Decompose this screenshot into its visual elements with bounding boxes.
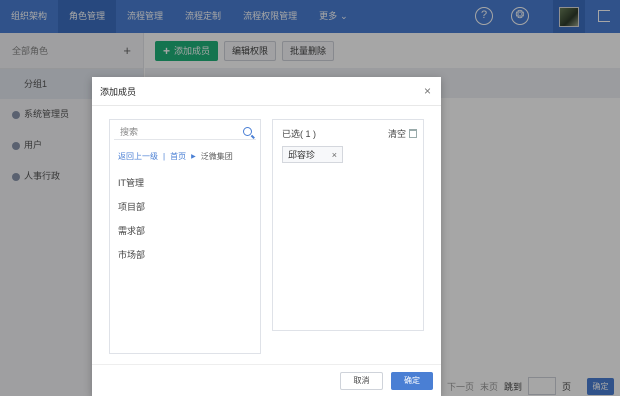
- selected-member-name: 邱容珍: [288, 150, 316, 160]
- dialog-header: 添加成员 ×: [92, 77, 441, 106]
- selected-member-tag: 邱容珍 ×: [282, 146, 343, 163]
- breadcrumb-separator: |: [163, 152, 166, 161]
- confirm-button[interactable]: 确定: [391, 372, 433, 390]
- cancel-button[interactable]: 取消: [340, 372, 383, 390]
- breadcrumb-home-link[interactable]: 首页: [170, 151, 186, 162]
- department-item[interactable]: 市场部: [118, 248, 145, 272]
- breadcrumb-current: 泛微集团: [200, 152, 233, 161]
- department-panel: 返回上一级 | 首页 ▶ 泛微集团 IT管理 项目部 需求部 市场部: [109, 119, 261, 354]
- selected-header: 已选( 1 ) 清空: [282, 127, 417, 140]
- selected-panel: 已选( 1 ) 清空 邱容珍 ×: [272, 119, 424, 331]
- trash-icon: [409, 129, 417, 138]
- search-input[interactable]: [120, 126, 230, 137]
- search-icon[interactable]: [243, 127, 252, 136]
- breadcrumb-back-link[interactable]: 返回上一级: [118, 151, 158, 162]
- breadcrumb: 返回上一级 | 首页 ▶ 泛微集团: [118, 151, 233, 162]
- department-item[interactable]: IT管理: [118, 176, 145, 200]
- department-item[interactable]: 项目部: [118, 200, 145, 224]
- dialog-footer: 取消 确定: [92, 364, 441, 396]
- search-box: [114, 124, 256, 140]
- department-item[interactable]: 需求部: [118, 224, 145, 248]
- department-list: IT管理 项目部 需求部 市场部: [118, 176, 145, 272]
- clear-label: 清空: [387, 129, 406, 139]
- close-icon[interactable]: ×: [332, 150, 337, 160]
- clear-button[interactable]: 清空: [388, 127, 417, 140]
- dialog-title: 添加成员: [100, 86, 137, 97]
- add-member-dialog: 添加成员 × 返回上一级 | 首页 ▶ 泛微集团 IT管理 项目部 需求部 市场…: [92, 77, 441, 396]
- chevron-right-icon: ▶: [191, 154, 196, 160]
- selected-count: 已选( 1 ): [282, 129, 317, 139]
- close-icon[interactable]: ×: [424, 84, 431, 98]
